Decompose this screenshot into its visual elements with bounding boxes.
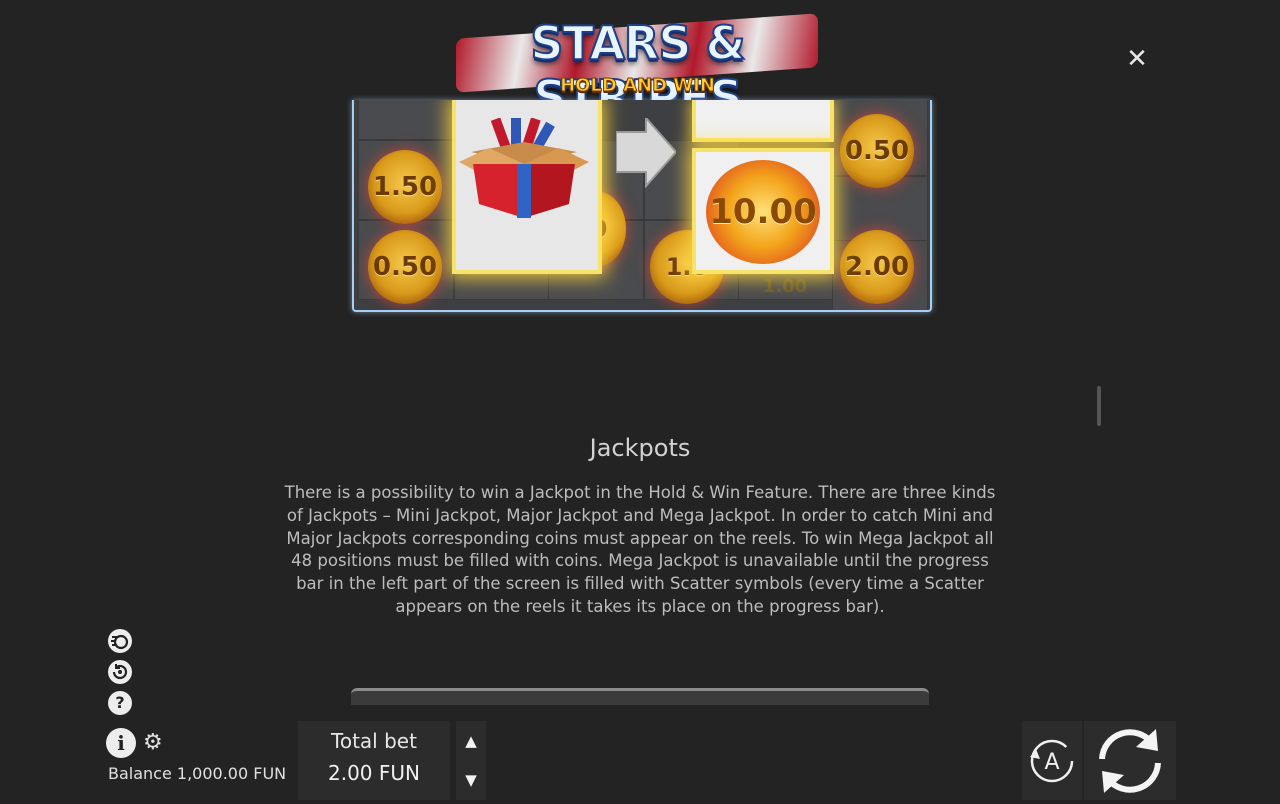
history-icon[interactable]	[108, 660, 132, 684]
total-bet-box: Total bet 2.00 FUN	[298, 721, 450, 800]
spin-button[interactable]	[1084, 721, 1176, 800]
game-logo: STARS & STRIPES HOLD AND WIN	[450, 8, 825, 125]
arrow-right-icon	[616, 118, 676, 188]
reel-illustration: 1.50 0.50 0 1.0 0.50 2.00 1.00 10.00	[352, 100, 932, 312]
coin-symbol: 1.50	[368, 150, 442, 224]
coin-symbol: 0.50	[840, 114, 914, 188]
bet-increase-button[interactable]: ▲	[456, 723, 486, 759]
section-body: There is a possibility to win a Jackpot …	[284, 483, 996, 616]
total-bet-label: Total bet	[331, 729, 417, 753]
coin-symbol: 2.00	[840, 230, 914, 304]
autoplay-icon: A	[1030, 739, 1074, 783]
next-illustration-panel	[351, 688, 929, 705]
reel-cell	[358, 100, 454, 140]
balance-value: 1,000.00 FUN	[176, 764, 287, 783]
balance-label: Balance	[108, 764, 172, 783]
coin-panel-partial	[692, 100, 834, 142]
bet-decrease-button[interactable]: ▼	[456, 762, 486, 798]
info-icon[interactable]: i	[106, 728, 136, 758]
big-coin-panel: 10.00	[692, 148, 834, 274]
bet-stepper: ▲ ▼	[456, 721, 486, 800]
autoplay-button[interactable]: A	[1022, 721, 1082, 800]
scrollbar-thumb[interactable]	[1097, 386, 1101, 426]
close-icon[interactable]: ✕	[1124, 46, 1150, 72]
turbo-icon[interactable]	[108, 629, 132, 653]
coin-symbol: 0.50	[368, 230, 442, 304]
big-coin-symbol: 10.00	[706, 160, 820, 264]
gear-icon[interactable]: ⚙	[143, 731, 167, 755]
autoplay-label: A	[1044, 750, 1059, 775]
logo-subtitle: HOLD AND WIN	[560, 75, 716, 97]
section-title: Jackpots	[589, 434, 691, 462]
firework-gift-box-icon	[459, 118, 589, 218]
coin-value-label: 1.00	[762, 276, 808, 297]
balance-display: Balance 1,000.00 FUN	[108, 764, 286, 783]
spin-refresh-icon	[1099, 729, 1161, 793]
help-icon[interactable]: ?	[108, 691, 132, 715]
total-bet-value: 2.00 FUN	[328, 761, 420, 785]
